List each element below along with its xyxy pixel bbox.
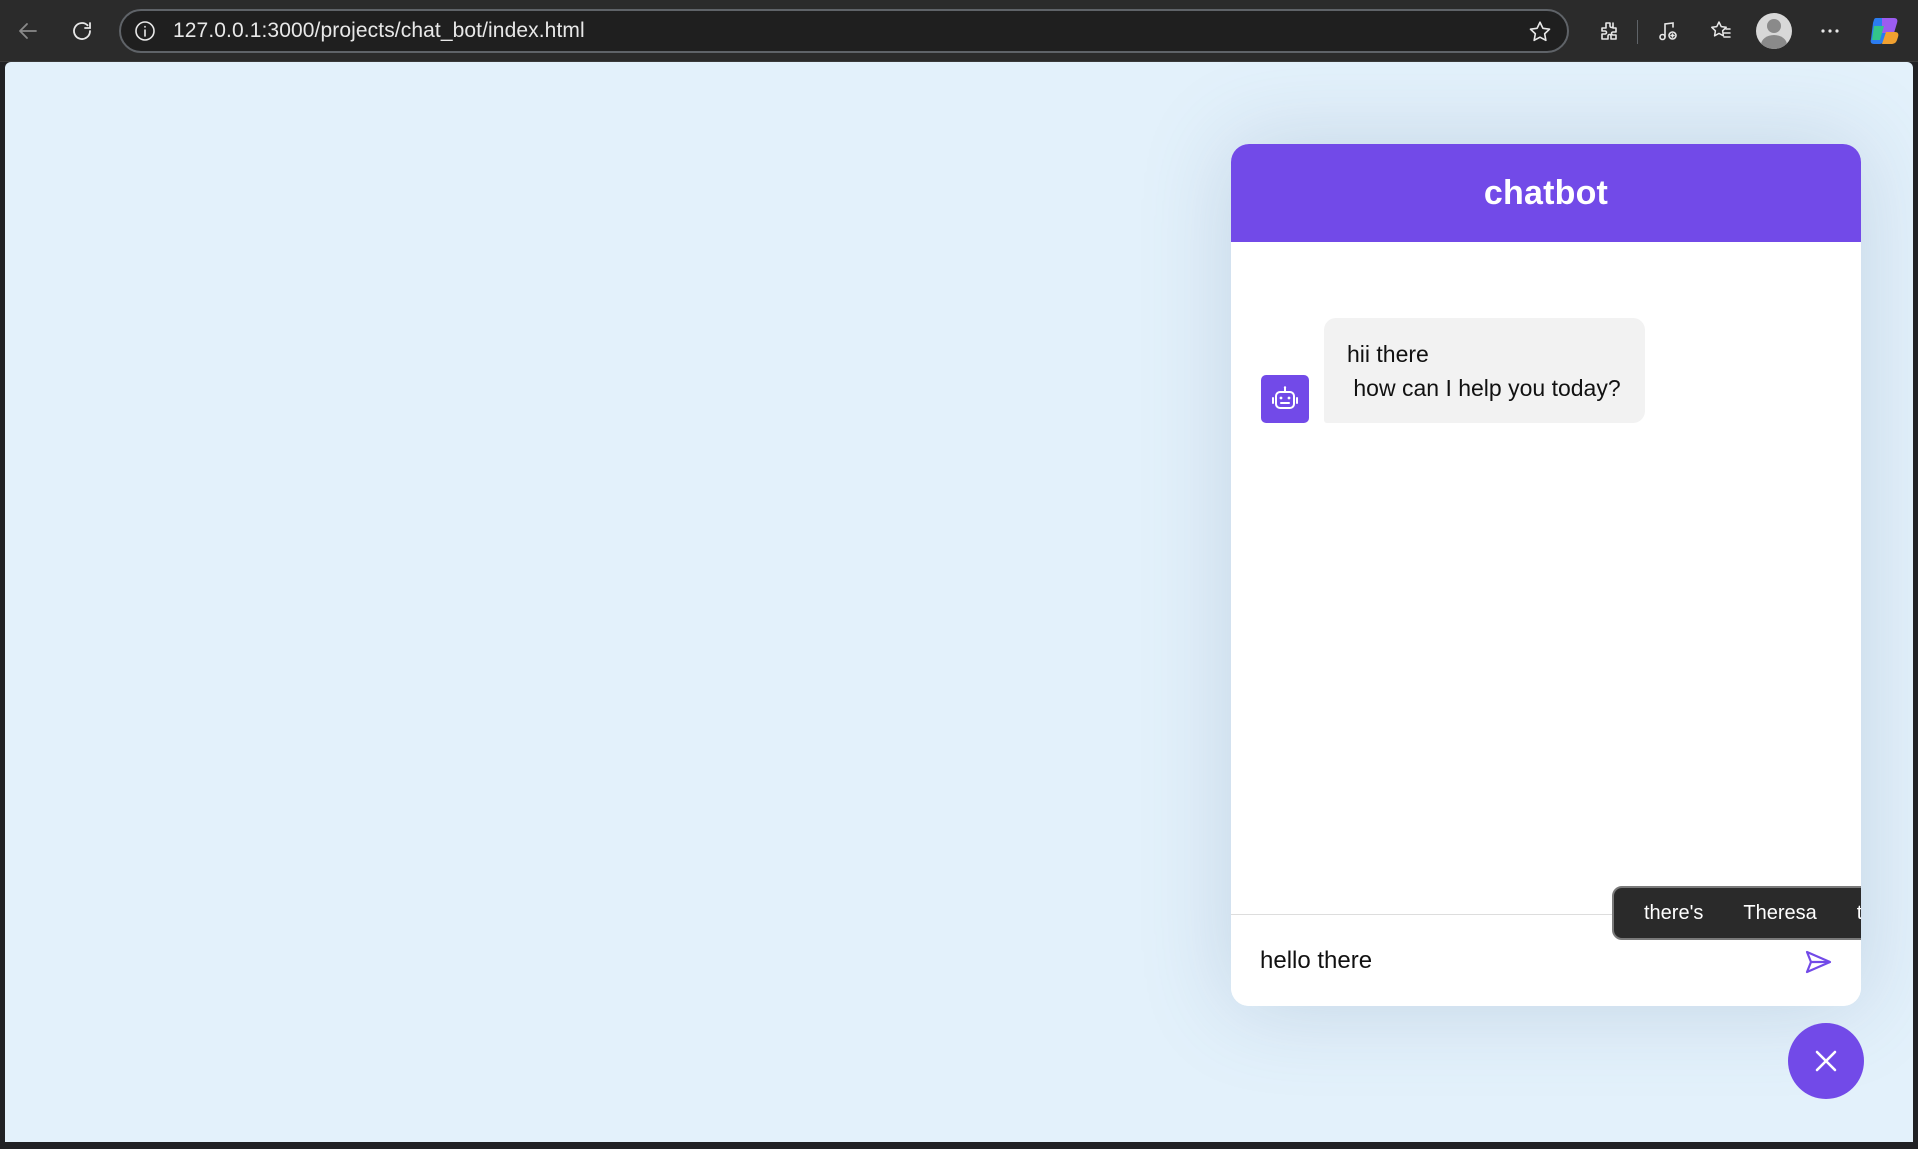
reload-icon[interactable] [64,13,100,49]
favorites-icon[interactable] [1703,13,1739,49]
copilot-icon[interactable] [1868,14,1902,48]
suggestion-item[interactable]: Theresa [1723,888,1836,938]
message-bubble: hii there how can I help you today? [1324,318,1645,423]
back-arrow-icon[interactable] [10,13,46,49]
extensions-icon[interactable] [1591,13,1627,49]
browser-toolbar: 127.0.0.1:3000/projects/chat_bot/index.h… [0,0,1918,62]
send-icon[interactable] [1801,945,1835,979]
suggestion-item[interactable]: there's [1624,888,1723,938]
chatbot-title: chatbot [1483,173,1609,212]
chatbot-header: chatbot [1231,144,1861,242]
chatbot-window: chatbot hii there how can I help you tod… [1231,144,1861,1006]
star-icon[interactable] [1527,19,1553,45]
chat-messages: hii there how can I help you today? [1231,242,1861,914]
media-icon[interactable] [1650,13,1686,49]
message-input[interactable] [1260,943,1780,979]
page-viewport: chatbot hii there how can I help you tod… [5,62,1913,1142]
close-icon [1815,1050,1837,1072]
autocomplete-suggestions: there's Theresa therefore [1612,886,1861,940]
more-icon[interactable] [1812,13,1848,49]
toolbar-divider [1637,20,1638,44]
chatbot-toggler-button[interactable] [1788,1023,1864,1099]
robot-icon [1261,375,1309,423]
url-text: 127.0.0.1:3000/projects/chat_bot/index.h… [173,19,585,42]
suggestion-item[interactable]: therefore [1837,888,1861,938]
profile-icon[interactable] [1756,13,1792,49]
address-bar[interactable]: 127.0.0.1:3000/projects/chat_bot/index.h… [119,9,1569,53]
incoming-message: hii there how can I help you today? [1261,318,1645,423]
site-info-icon[interactable] [133,19,157,43]
